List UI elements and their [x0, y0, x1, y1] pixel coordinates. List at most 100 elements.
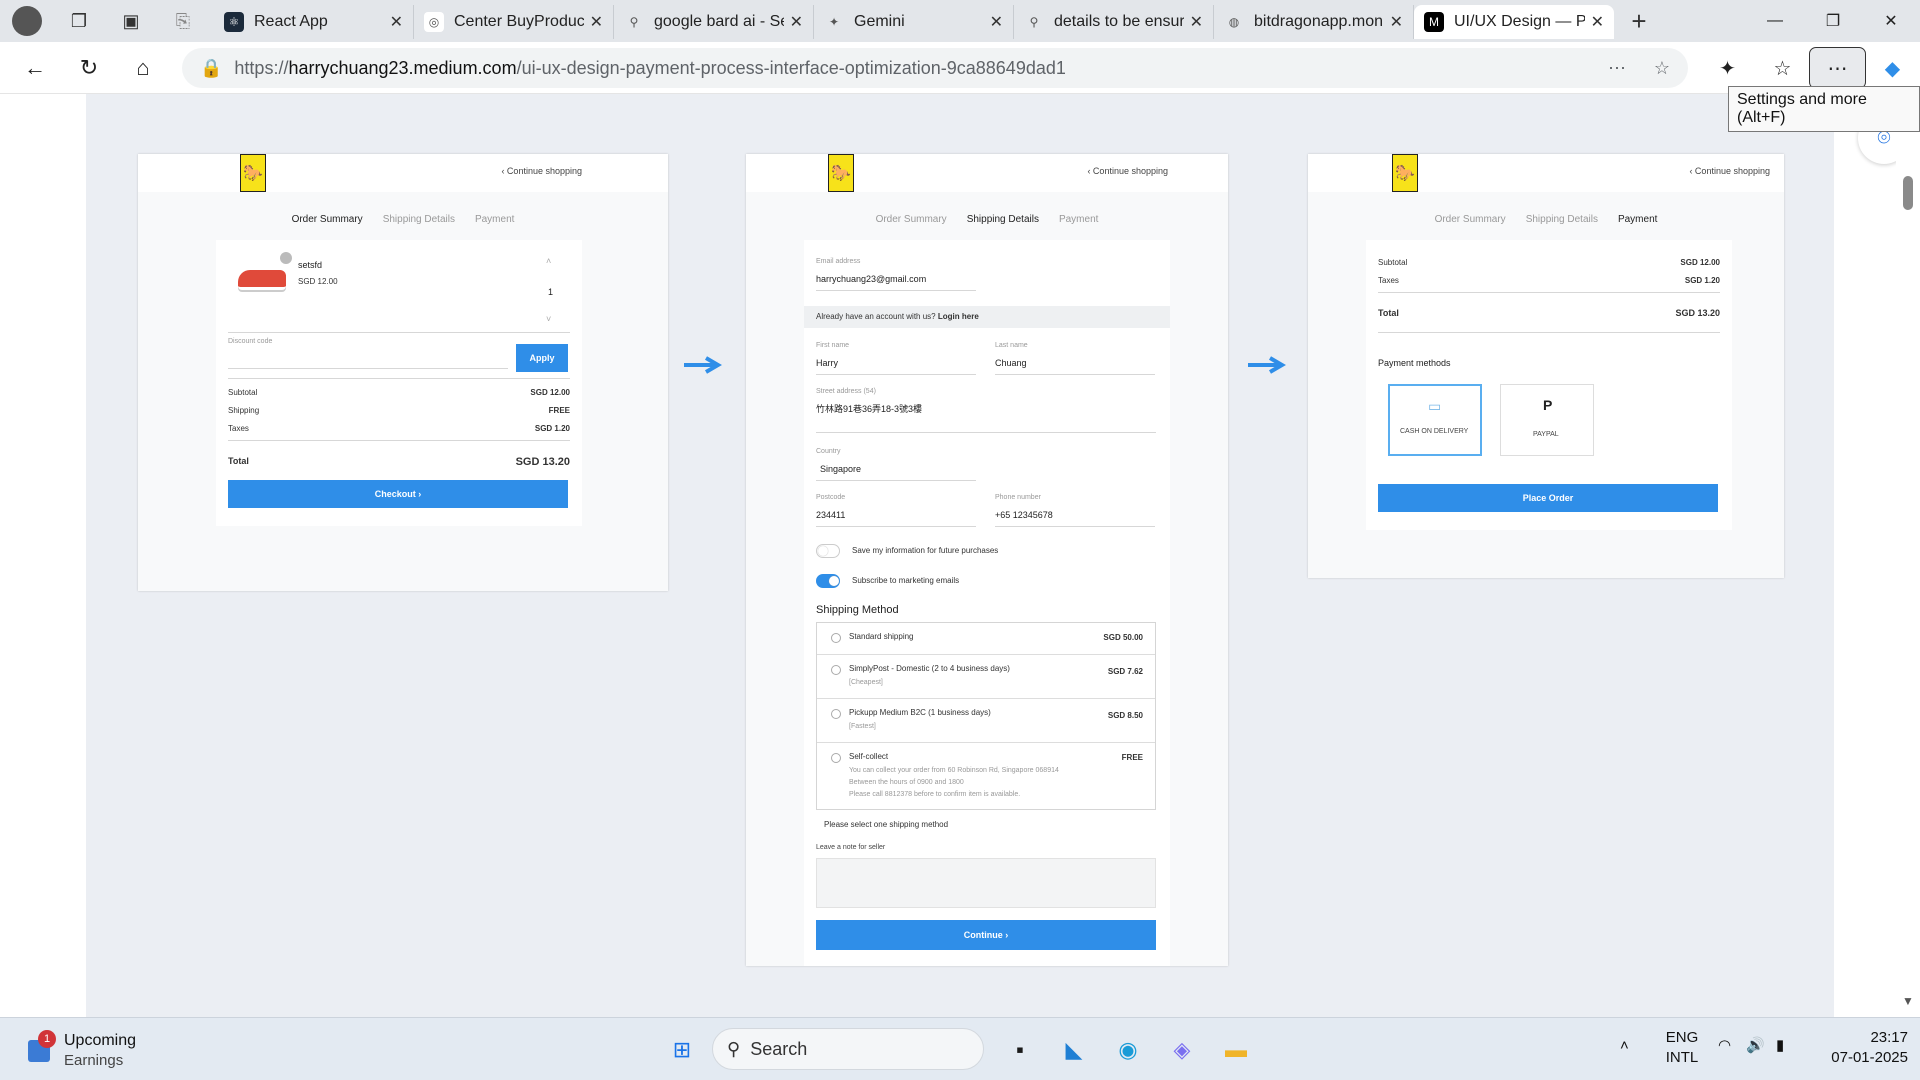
language-indicator[interactable]: ENG INTL	[1662, 1028, 1702, 1068]
battery-icon[interactable]: ▮	[1776, 1036, 1784, 1056]
qty-down-icon[interactable]: ˅	[546, 314, 551, 324]
favorite-icon[interactable]: ☆	[1654, 58, 1670, 79]
vscode-icon[interactable]: ◣	[1054, 1032, 1094, 1068]
browser-tab[interactable]: M UI/UX Design — Pa ✕	[1414, 5, 1614, 39]
continue-shopping-link[interactable]: ‹ Continue shopping	[501, 166, 582, 176]
start-icon[interactable]: ⊞	[664, 1032, 700, 1068]
step-shipping[interactable]: Shipping Details	[967, 214, 1039, 225]
shipping-option-simplypost[interactable]: SimplyPost - Domestic (2 to 4 business d…	[817, 655, 1155, 699]
checkout-steps: Order Summary Shipping Details Payment	[1308, 214, 1784, 225]
browser-tab[interactable]: ⚛ React App ✕	[214, 5, 414, 39]
apply-button[interactable]: Apply	[516, 344, 568, 372]
step-payment[interactable]: Payment	[1059, 214, 1098, 225]
extensions-icon[interactable]: ✦	[1700, 48, 1755, 88]
order-summary-panel: 🐎 ‹ Continue shopping Order Summary Ship…	[138, 154, 668, 591]
note-textarea[interactable]	[816, 858, 1156, 908]
close-tab-icon[interactable]: ✕	[790, 12, 803, 32]
profile-avatar[interactable]	[8, 4, 46, 38]
close-tab-icon[interactable]: ✕	[1591, 12, 1604, 32]
step-payment[interactable]: Payment	[1618, 214, 1657, 225]
browser-tab[interactable]: ✦ Gemini ✕	[814, 5, 1014, 39]
step-shipping[interactable]: Shipping Details	[1526, 214, 1598, 225]
step-order-summary[interactable]: Order Summary	[1435, 214, 1506, 225]
step-order-summary[interactable]: Order Summary	[876, 214, 947, 225]
scrollbar-thumb[interactable]	[1903, 176, 1913, 210]
task-view-icon[interactable]: ▪	[1000, 1032, 1040, 1068]
vertical-tabs-icon[interactable]: ▣	[112, 4, 150, 38]
street-field[interactable]: 竹林路91巷36弄18-3號3樓	[816, 402, 922, 415]
close-tab-icon[interactable]: ✕	[1190, 12, 1203, 32]
reader-icon[interactable]: ⋯	[1608, 58, 1626, 79]
back-icon[interactable]: ←	[8, 48, 62, 88]
save-info-toggle[interactable]	[816, 544, 840, 558]
close-tab-icon[interactable]: ✕	[1390, 12, 1403, 32]
option-sub: [Cheapest]	[849, 679, 883, 686]
step-order-summary[interactable]: Order Summary	[292, 214, 363, 225]
show-hidden-icons[interactable]: ˄	[1620, 1036, 1629, 1056]
shipping-value: FREE	[548, 406, 570, 415]
refresh-icon[interactable]: ↻	[62, 48, 116, 88]
cash-on-delivery-option[interactable]: ▭ CASH ON DELIVERY	[1388, 384, 1482, 456]
payment-card: Subtotal SGD 12.00 Taxes SGD 1.20 Total …	[1366, 240, 1732, 530]
shipping-label: Shipping	[228, 406, 260, 415]
taskbar-search[interactable]: ⚲ Search	[712, 1028, 984, 1070]
continue-shopping-link[interactable]: ‹ Continue shopping	[1689, 166, 1770, 176]
last-name-field[interactable]: Chuang	[995, 358, 1027, 368]
clock[interactable]: 23:17 07-01-2025	[1812, 1028, 1908, 1068]
pinned-tab-icon[interactable]: ⎘	[164, 4, 202, 38]
login-link[interactable]: Login here	[938, 312, 979, 321]
favorites-icon[interactable]: ☆	[1755, 48, 1810, 88]
browser-tab[interactable]: ◍ bitdragonapp.mon ✕	[1214, 5, 1414, 39]
close-tab-icon[interactable]: ✕	[990, 12, 1003, 32]
settings-more-icon[interactable]: ⋯	[1809, 47, 1866, 89]
close-tab-icon[interactable]: ✕	[590, 12, 603, 32]
address-bar[interactable]: 🔒 https://harrychuang23.medium.com/ui-ux…	[182, 48, 1688, 88]
save-info-label: Save my information for future purchases	[852, 546, 999, 555]
volume-icon[interactable]: 🔊	[1746, 1036, 1765, 1056]
taxes-label: Taxes	[228, 424, 249, 433]
shipping-option-pickupp[interactable]: Pickupp Medium B2C (1 business days) [Fa…	[817, 699, 1155, 743]
place-order-button[interactable]: Place Order	[1378, 484, 1718, 512]
continue-button[interactable]: Continue ›	[816, 920, 1156, 950]
shipping-option-self-collect[interactable]: Self-collect You can collect your order …	[817, 743, 1155, 809]
cash-icon: ▭	[1428, 398, 1442, 414]
first-name-field[interactable]: Harry	[816, 358, 838, 368]
browser-tab[interactable]: ⚲ google bard ai - Se ✕	[614, 5, 814, 39]
copilot-app-icon[interactable]: ◈	[1162, 1032, 1202, 1068]
paypal-option[interactable]: P PAYPAL	[1500, 384, 1594, 456]
file-explorer-icon[interactable]: ▬	[1216, 1032, 1256, 1068]
shipping-option-standard[interactable]: Standard shipping SGD 50.00	[817, 623, 1155, 655]
tab-title: google bard ai - Se	[654, 13, 784, 30]
continue-shopping-link[interactable]: ‹ Continue shopping	[1087, 166, 1168, 176]
widget-subtitle: Earnings	[64, 1052, 124, 1069]
step-payment[interactable]: Payment	[475, 214, 514, 225]
edge-icon[interactable]: ◉	[1108, 1032, 1148, 1068]
country-select[interactable]: Singapore	[820, 464, 861, 474]
subscribe-toggle[interactable]	[816, 574, 840, 588]
qty-up-icon[interactable]: ˄	[546, 256, 551, 266]
home-icon[interactable]: ⌂	[116, 48, 170, 88]
email-field[interactable]: harrychuang23@gmail.com	[816, 274, 926, 284]
url-host: harrychuang23.medium.com	[288, 57, 517, 78]
restore-icon[interactable]: ❐	[1804, 0, 1862, 42]
workspaces-icon[interactable]: ❐	[60, 4, 98, 38]
browser-tab[interactable]: ◎ Center BuyProduct ✕	[414, 5, 614, 39]
new-tab-button[interactable]: +	[1620, 4, 1658, 38]
phone-field[interactable]: +65 12345678	[995, 510, 1053, 520]
page-scrollbar[interactable]: ▲ ▼	[1896, 94, 1920, 1017]
wifi-icon[interactable]: ◠	[1718, 1036, 1731, 1056]
step-shipping[interactable]: Shipping Details	[383, 214, 455, 225]
quantity[interactable]: 1	[548, 287, 553, 297]
minimize-icon[interactable]: —	[1746, 0, 1804, 42]
discount-input[interactable]: Discount code	[228, 338, 272, 345]
close-tab-icon[interactable]: ✕	[390, 12, 403, 32]
checkout-button[interactable]: Checkout ›	[228, 480, 568, 508]
search-label: Search	[750, 1038, 808, 1059]
close-window-icon[interactable]: ✕	[1862, 0, 1920, 42]
browser-tab[interactable]: ⚲ details to be ensure ✕	[1014, 5, 1214, 39]
option-name: SimplyPost - Domestic (2 to 4 business d…	[849, 664, 1010, 673]
remove-item-icon[interactable]	[280, 252, 292, 264]
postcode-field[interactable]: 234411	[816, 510, 845, 520]
widgets-button[interactable]: 1 Upcoming Earnings	[24, 1030, 164, 1070]
copilot-icon[interactable]: ◆	[1865, 48, 1920, 88]
